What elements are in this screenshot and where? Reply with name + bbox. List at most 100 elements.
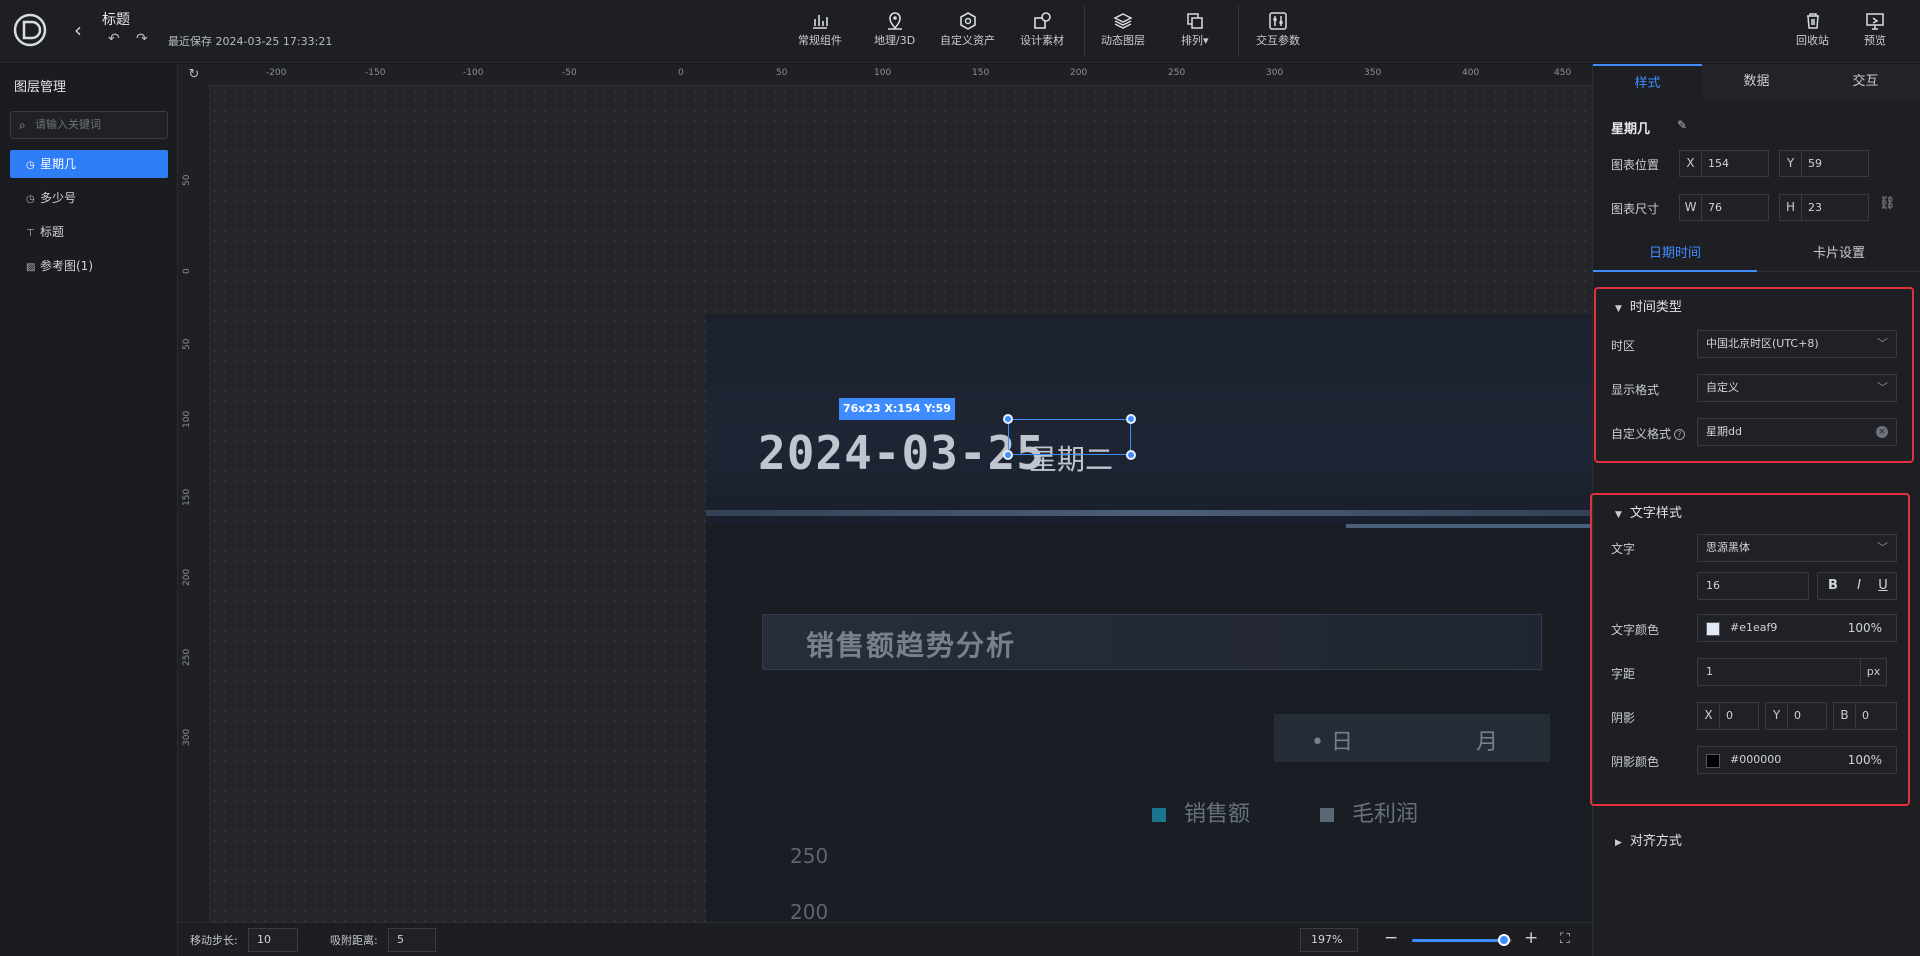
preview-button[interactable]: 预览 xyxy=(1864,10,1886,48)
ruler-tick: 450 xyxy=(1554,68,1572,78)
ruler-tick: 200 xyxy=(182,568,192,586)
snap-label: 吸附距离: xyxy=(330,934,378,947)
tool-common-components[interactable]: 常规组件 xyxy=(798,10,842,48)
last-saved-text: 最近保存 2024-03-25 17:33:21 xyxy=(168,35,333,48)
position-label: 图表位置 xyxy=(1611,158,1660,172)
selection-box[interactable] xyxy=(1008,419,1131,455)
ruler-tick: 150 xyxy=(972,68,990,78)
back-arrow-icon[interactable]: ‹ xyxy=(74,20,82,40)
custom-format-input[interactable]: 星期dd × xyxy=(1697,418,1897,446)
letter-spacing-input[interactable]: 1 px xyxy=(1697,658,1887,686)
zoom-in-icon[interactable]: + xyxy=(1524,928,1538,948)
layer-item-day-number[interactable]: ◷ 多少号 xyxy=(10,184,168,212)
layer-item-reference-image[interactable]: ▨ 参考图(1) xyxy=(10,252,168,280)
font-size-input[interactable]: 16 xyxy=(1697,572,1809,600)
resize-handle[interactable] xyxy=(1126,414,1136,424)
recycle-bin-button[interactable]: 回收站 xyxy=(1796,10,1829,48)
zoom-value[interactable]: 197% xyxy=(1300,928,1358,952)
x-value: 154 xyxy=(1708,157,1729,170)
shapes-icon xyxy=(1034,12,1051,29)
ruler-tick: 250 xyxy=(1168,68,1186,78)
time-type-header[interactable]: ▼ 时间类型 xyxy=(1615,296,1682,315)
ruler-tick: 150 xyxy=(182,488,192,506)
edit-pencil-icon[interactable]: ✎ xyxy=(1677,118,1687,132)
tool-label: 动态图层 xyxy=(1101,34,1145,47)
shadow-color-opacity[interactable]: 100% xyxy=(1848,747,1882,773)
redo-icon[interactable]: ↷ xyxy=(136,31,148,47)
ruler-tick: 400 xyxy=(1462,68,1480,78)
text-style-header[interactable]: ▼ 文字样式 xyxy=(1615,502,1682,521)
underline-button[interactable]: U xyxy=(1872,573,1894,599)
text-color-picker[interactable]: #e1eaf9 100% xyxy=(1697,614,1897,642)
recycle-bin-label: 回收站 xyxy=(1796,34,1829,47)
text-color-swatch[interactable] xyxy=(1706,622,1720,636)
text-color-opacity[interactable]: 100% xyxy=(1848,615,1882,641)
shadow-blur-field[interactable]: B0 xyxy=(1833,702,1897,730)
size-height-field[interactable]: H 23 xyxy=(1779,194,1869,221)
shadow-y-field[interactable]: Y0 xyxy=(1765,702,1827,730)
step-label: 移动步长: xyxy=(190,934,238,947)
hexagon-icon xyxy=(959,12,976,30)
layer-item-title[interactable]: ⊤ 标题 xyxy=(10,218,168,246)
resize-handle[interactable] xyxy=(1003,450,1013,460)
step-input[interactable]: 10 xyxy=(248,928,298,952)
size-width-field[interactable]: W 76 xyxy=(1679,194,1769,221)
bold-button[interactable]: B xyxy=(1822,573,1844,599)
zoom-slider-track[interactable] xyxy=(1412,939,1512,942)
selection-dimension-tag: 76x23 X:154 Y:59 xyxy=(839,398,955,420)
zoom-slider-thumb[interactable] xyxy=(1498,934,1510,946)
ruler-tick: 50 xyxy=(182,174,192,186)
position-y-field[interactable]: Y 59 xyxy=(1779,150,1869,177)
w-key: W xyxy=(1680,195,1702,220)
help-icon[interactable]: ? xyxy=(1674,429,1686,440)
layer-panel-title: 图层管理 xyxy=(14,80,67,95)
clear-icon[interactable]: × xyxy=(1876,426,1888,438)
tool-label: 地理/3D xyxy=(874,34,916,47)
position-x-field[interactable]: X 154 xyxy=(1679,150,1769,177)
layer-item-weekday[interactable]: ◷ 星期几 xyxy=(10,150,168,178)
layers-icon xyxy=(1113,13,1133,29)
fit-screen-icon[interactable]: ⛶ xyxy=(1560,931,1570,947)
canvas-stage[interactable]: 2024-03-25 星期二 销售额趋势分析 • 日 月 销售额 毛利润 250… xyxy=(210,86,1592,922)
snap-input[interactable]: 5 xyxy=(388,928,436,952)
resize-handle[interactable] xyxy=(1126,450,1136,460)
ruler-tick: 0 xyxy=(678,68,684,78)
tool-geo-3d[interactable]: 地理/3D xyxy=(874,10,915,48)
italic-button[interactable]: I xyxy=(1848,573,1870,599)
arrange-icon xyxy=(1187,13,1203,29)
tab-style[interactable]: 样式 xyxy=(1593,64,1702,100)
alignment-title: 对齐方式 xyxy=(1629,834,1682,849)
component-name: 星期几 xyxy=(1611,122,1651,137)
tool-dynamic-layers[interactable]: 动态图层 xyxy=(1101,10,1145,48)
subtab-datetime[interactable]: 日期时间 xyxy=(1593,236,1757,272)
map-pin-icon xyxy=(887,12,902,30)
sliders-icon xyxy=(1269,12,1287,30)
shadow-x-field[interactable]: X0 xyxy=(1697,702,1759,730)
font-family-select[interactable]: 思源黑体 ﹀ xyxy=(1697,534,1897,562)
property-tabs: 样式 数据 交互 xyxy=(1593,64,1920,100)
tab-interaction[interactable]: 交互 xyxy=(1811,64,1920,100)
resize-handle[interactable] xyxy=(1003,414,1013,424)
tool-interaction-params[interactable]: 交互参数 xyxy=(1256,10,1300,48)
undo-icon[interactable]: ↶ xyxy=(108,31,120,47)
layer-search-input[interactable]: ⌕ 请输入关键词 xyxy=(10,111,168,139)
clock-icon: ◷ xyxy=(26,160,35,171)
subtab-card-settings[interactable]: 卡片设置 xyxy=(1757,236,1920,272)
tool-custom-assets[interactable]: 自定义资产 xyxy=(940,10,995,48)
tool-design-materials[interactable]: 设计素材 xyxy=(1020,10,1064,48)
ruler-tick: 100 xyxy=(874,68,892,78)
refresh-icon[interactable]: ↻ xyxy=(178,64,210,86)
tab-data[interactable]: 数据 xyxy=(1702,64,1811,100)
app-logo-icon[interactable] xyxy=(12,12,48,48)
alignment-header[interactable]: ▶ 对齐方式 xyxy=(1615,830,1682,849)
timezone-select[interactable]: 中国北京时区(UTC+8) ﹀ xyxy=(1697,330,1897,358)
document-title[interactable]: 标题 xyxy=(102,9,130,29)
tool-arrange[interactable]: 排列▾ xyxy=(1181,10,1209,48)
font-label: 文字 xyxy=(1611,542,1636,556)
canvas-area[interactable]: ↻ -200 -150 -100 -50 0 50 100 150 200 25… xyxy=(178,64,1592,922)
zoom-out-icon[interactable]: − xyxy=(1384,928,1398,948)
lock-ratio-icon[interactable]: ⛓ xyxy=(1879,196,1896,211)
shadow-color-swatch[interactable] xyxy=(1706,754,1720,768)
shadow-color-picker[interactable]: #000000 100% xyxy=(1697,746,1897,774)
display-format-select[interactable]: 自定义 ﹀ xyxy=(1697,374,1897,402)
